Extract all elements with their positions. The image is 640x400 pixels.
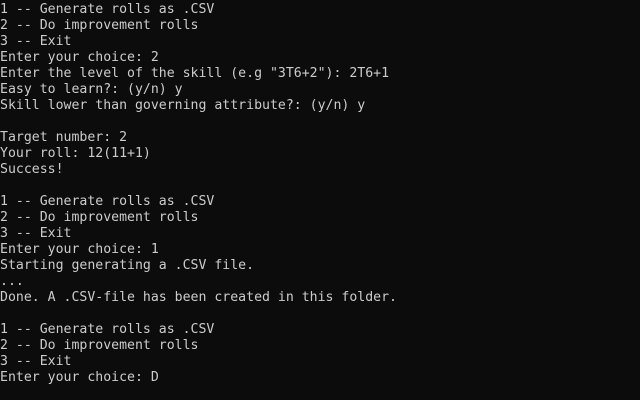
console-line: 3 -- Exit <box>0 354 72 369</box>
console-line: 1 -- Generate rolls as .CSV <box>0 2 215 17</box>
console-line: Success! <box>0 162 64 177</box>
console-line: 3 -- Exit <box>0 226 72 241</box>
console-line: 1 -- Generate rolls as .CSV <box>0 194 215 209</box>
console-input-line[interactable]: Enter your choice: D <box>0 370 640 386</box>
console-window[interactable]: 1 -- Generate rolls as .CSV 2 -- Do impr… <box>0 0 640 400</box>
console-input-text[interactable]: Enter your choice: D <box>0 370 159 385</box>
console-line: 1 -- Generate rolls as .CSV <box>0 322 215 337</box>
console-line: Enter your choice: 2 <box>0 50 159 65</box>
console-line: Skill lower than governing attribute?: (… <box>0 98 366 113</box>
console-line: Your roll: 12(11+1) <box>0 146 151 161</box>
console-line: Starting generating a .CSV file. <box>0 258 255 273</box>
console-line: Easy to learn?: (y/n) y <box>0 82 183 97</box>
console-line: ... <box>0 274 24 289</box>
console-line: 3 -- Exit <box>0 34 72 49</box>
console-line: Enter your choice: 1 <box>0 242 159 257</box>
console-line: 2 -- Do improvement rolls <box>0 18 199 33</box>
console-line: Enter the level of the skill (e.g "3T6+2… <box>0 66 390 81</box>
console-line: 2 -- Do improvement rolls <box>0 210 199 225</box>
console-line: 2 -- Do improvement rolls <box>0 338 199 353</box>
console-line: Target number: 2 <box>0 130 128 145</box>
console-line: Done. A .CSV-file has been created in th… <box>0 290 397 305</box>
